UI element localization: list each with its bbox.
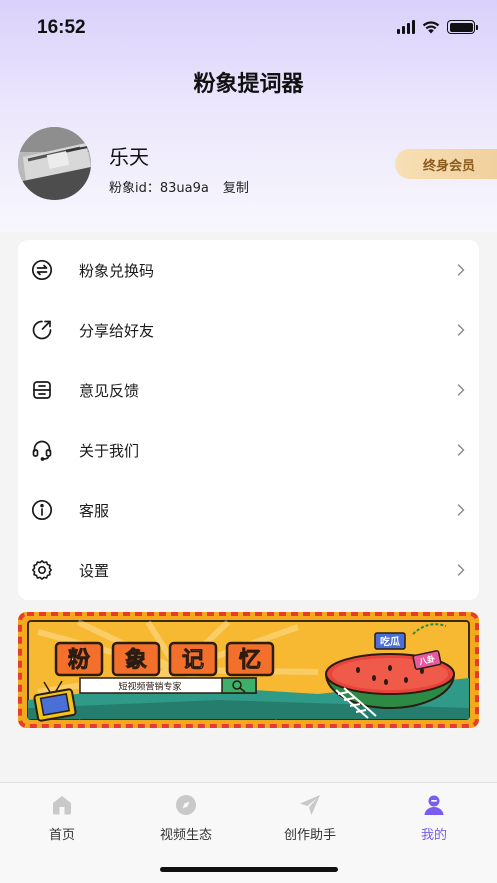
paper-plane-icon — [298, 793, 322, 817]
banner-title-char: 粉 — [68, 648, 90, 673]
tab-creation-assistant[interactable]: 创作助手 — [265, 793, 355, 843]
chevron-right-icon — [457, 444, 465, 456]
menu-card: 粉象兑换码 分享给好友 意见反馈 关于我们 客服 设置 — [18, 240, 479, 600]
menu-item-share[interactable]: 分享给好友 — [18, 300, 479, 360]
tab-home[interactable]: 首页 — [17, 793, 107, 843]
info-icon — [31, 499, 53, 521]
menu-item-about-us[interactable]: 关于我们 — [18, 420, 479, 480]
status-bar: 16:52 — [0, 0, 497, 60]
headset-icon — [31, 439, 53, 461]
menu-item-label: 客服 — [79, 501, 110, 520]
menu-item-settings[interactable]: 设置 — [18, 540, 479, 600]
chevron-right-icon — [457, 324, 465, 336]
feedback-icon — [31, 379, 53, 401]
banner-title-char: 象 — [125, 647, 147, 673]
avatar[interactable] — [18, 127, 91, 200]
profile-section: 乐天 粉象id：83ua9a 复制 终身会员 — [18, 127, 497, 201]
chevron-right-icon — [457, 504, 465, 516]
banner-tag: 吃瓜 — [380, 635, 400, 648]
menu-item-label: 分享给好友 — [79, 321, 155, 340]
battery-icon — [447, 20, 478, 34]
chevron-right-icon — [457, 264, 465, 276]
menu-item-label: 粉象兑换码 — [79, 261, 155, 280]
banner-search-text: 短视频营销专家 — [118, 681, 181, 693]
page-title: 粉象提词器 — [193, 72, 304, 97]
status-icons — [397, 20, 478, 34]
banner-title-char: 记 — [182, 648, 204, 673]
home-indicator — [160, 867, 338, 872]
menu-item-feedback[interactable]: 意见反馈 — [18, 360, 479, 420]
tab-video-ecosystem[interactable]: 视频生态 — [141, 793, 231, 843]
home-icon — [50, 793, 74, 817]
promo-banner[interactable]: 粉 象 记 忆 短视频营销专家 吃瓜 八卦 — [18, 612, 479, 728]
gear-icon — [31, 559, 53, 581]
user-name: 乐天 — [109, 145, 149, 169]
user-id: 粉象id：83ua9a — [109, 181, 209, 196]
tab-label: 创作助手 — [283, 828, 336, 843]
copy-id-button[interactable]: 复制 — [223, 177, 249, 196]
menu-item-label: 设置 — [79, 561, 110, 580]
compass-icon — [174, 793, 198, 817]
wifi-icon — [422, 21, 440, 34]
tab-label: 我的 — [420, 828, 447, 843]
status-time: 16:52 — [37, 17, 86, 38]
exchange-icon — [31, 259, 53, 281]
user-icon — [422, 793, 446, 817]
cellular-signal-icon — [397, 20, 415, 34]
menu-item-redeem-code[interactable]: 粉象兑换码 — [18, 240, 479, 300]
banner-title-char: 忆 — [239, 647, 261, 673]
menu-item-label: 意见反馈 — [79, 381, 140, 400]
share-icon — [31, 319, 53, 341]
tab-label: 首页 — [48, 828, 75, 843]
tab-mine[interactable]: 我的 — [389, 793, 479, 843]
member-badge[interactable]: 终身会员 — [395, 149, 497, 179]
chevron-right-icon — [457, 384, 465, 396]
menu-item-label: 关于我们 — [79, 441, 140, 460]
user-id-row: 粉象id：83ua9a 复制 — [109, 177, 249, 196]
menu-item-customer-service[interactable]: 客服 — [18, 480, 479, 540]
tab-label: 视频生态 — [159, 828, 212, 843]
chevron-right-icon — [457, 564, 465, 576]
